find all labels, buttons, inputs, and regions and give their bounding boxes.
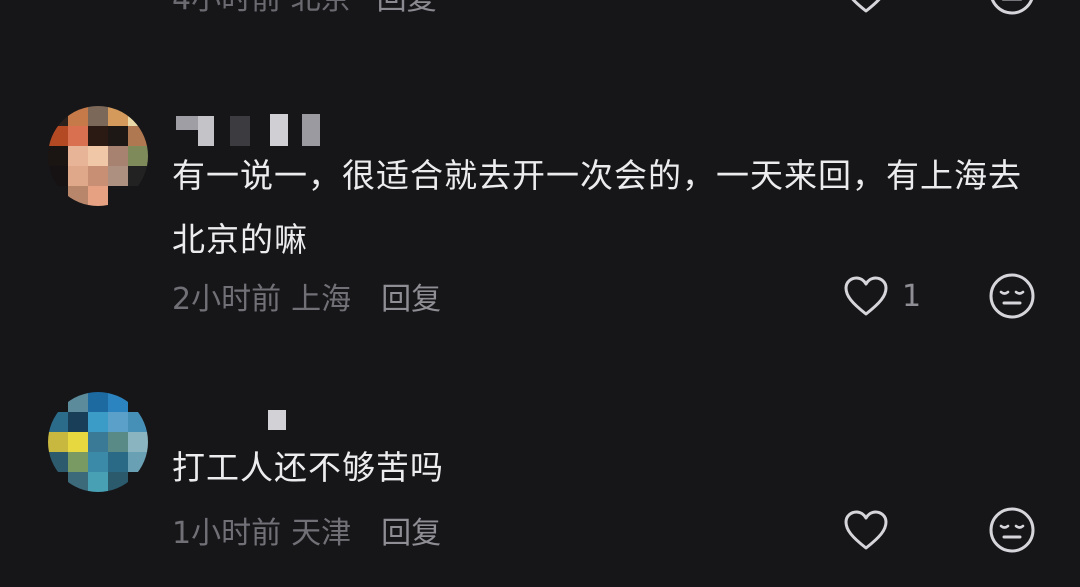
comment-location: 上海 xyxy=(291,282,352,317)
partial-reply-button[interactable]: 回复 xyxy=(377,0,437,17)
comment-item: 打工人还不够苦吗 1小时前 天津 回复 xyxy=(0,374,1080,574)
comment-meta: 2小时前 上海 回复 xyxy=(172,274,441,318)
partial-comment-meta: 4小时前 北京 回复 xyxy=(172,0,437,18)
comment-text: 打工人还不够苦吗 xyxy=(172,448,444,487)
reply-button[interactable]: 回复 xyxy=(381,282,441,317)
comment-time: 2小时前 xyxy=(172,282,282,317)
username-redacted[interactable] xyxy=(176,106,336,146)
comment-list: 4小时前 北京回复 有一说一，很适合就去开一次会的，一天来回，有上海去北京的嘛 xyxy=(0,0,1080,587)
like-button[interactable] xyxy=(842,508,902,552)
comment-location: 天津 xyxy=(291,516,352,551)
neutral-face-icon[interactable] xyxy=(988,0,1036,16)
comment-time: 1小时前 xyxy=(172,516,282,551)
heart-outline-icon xyxy=(844,276,888,316)
neutral-face-icon[interactable] xyxy=(988,506,1036,554)
comment-item: 有一说一，很适合就去开一次会的，一天来回，有上海去北京的嘛 2小时前 上海 回复 1 xyxy=(0,88,1080,328)
neutral-face-icon[interactable] xyxy=(988,272,1036,320)
reply-button[interactable]: 回复 xyxy=(381,516,441,551)
like-button[interactable]: 1 xyxy=(842,274,921,318)
avatar[interactable] xyxy=(48,392,148,492)
comment-meta: 1小时前 天津 回复 xyxy=(172,508,441,552)
partial-comment-time-location: 4小时前 北京 xyxy=(172,0,351,17)
partial-comment: 4小时前 北京 回复 xyxy=(0,0,1080,18)
heart-outline-icon xyxy=(844,510,888,550)
like-count: 1 xyxy=(902,278,922,314)
heart-outline-icon[interactable] xyxy=(842,0,890,16)
avatar[interactable] xyxy=(48,106,148,206)
comment-text: 有一说一，很适合就去开一次会的，一天来回，有上海去北京的嘛 xyxy=(172,156,1022,259)
